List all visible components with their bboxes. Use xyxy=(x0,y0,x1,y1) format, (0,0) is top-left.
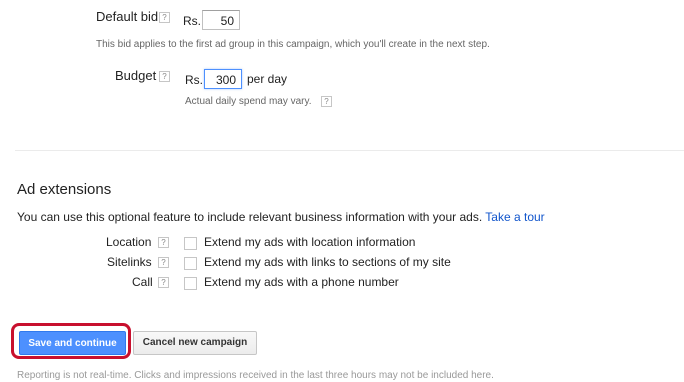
help-icon[interactable]: ? xyxy=(321,96,332,107)
default-bid-label: Default bid xyxy=(96,9,159,24)
default-bid-currency: Rs. xyxy=(183,14,201,28)
sitelinks-checkbox[interactable] xyxy=(184,257,197,270)
call-checkbox-label[interactable]: Extend my ads with a phone number xyxy=(204,275,399,289)
help-icon[interactable]: ? xyxy=(158,257,169,268)
sitelinks-checkbox-label[interactable]: Extend my ads with links to sections of … xyxy=(204,255,451,269)
take-a-tour-link[interactable]: Take a tour xyxy=(485,210,544,224)
budget-currency: Rs. xyxy=(185,73,203,87)
section-divider xyxy=(15,150,684,151)
location-label: Location xyxy=(106,235,152,249)
budget-hint: Actual daily spend may vary. xyxy=(185,96,312,107)
help-icon[interactable]: ? xyxy=(159,12,170,23)
budget-unit: per day xyxy=(247,72,288,86)
default-bid-hint: This bid applies to the first ad group i… xyxy=(96,39,490,50)
ad-extensions-heading: Ad extensions xyxy=(17,181,112,198)
help-icon[interactable]: ? xyxy=(159,71,170,82)
save-and-continue-button[interactable]: Save and continue xyxy=(19,331,126,355)
help-icon[interactable]: ? xyxy=(158,237,169,248)
location-checkbox-label[interactable]: Extend my ads with location information xyxy=(204,235,415,249)
budget-label: Budget xyxy=(115,68,157,83)
call-checkbox[interactable] xyxy=(184,277,197,290)
reporting-note: Reporting is not real-time. Clicks and i… xyxy=(17,370,494,381)
default-bid-input[interactable]: 50 xyxy=(202,10,240,30)
help-icon[interactable]: ? xyxy=(158,277,169,288)
ad-extensions-description-row: You can use this optional feature to inc… xyxy=(17,210,545,224)
cancel-new-campaign-button[interactable]: Cancel new campaign xyxy=(133,331,257,355)
location-checkbox[interactable] xyxy=(184,237,197,250)
call-label: Call xyxy=(132,275,153,289)
sitelinks-label: Sitelinks xyxy=(107,255,152,269)
budget-input[interactable]: 300 xyxy=(204,69,242,89)
ad-extensions-description: You can use this optional feature to inc… xyxy=(17,210,483,224)
